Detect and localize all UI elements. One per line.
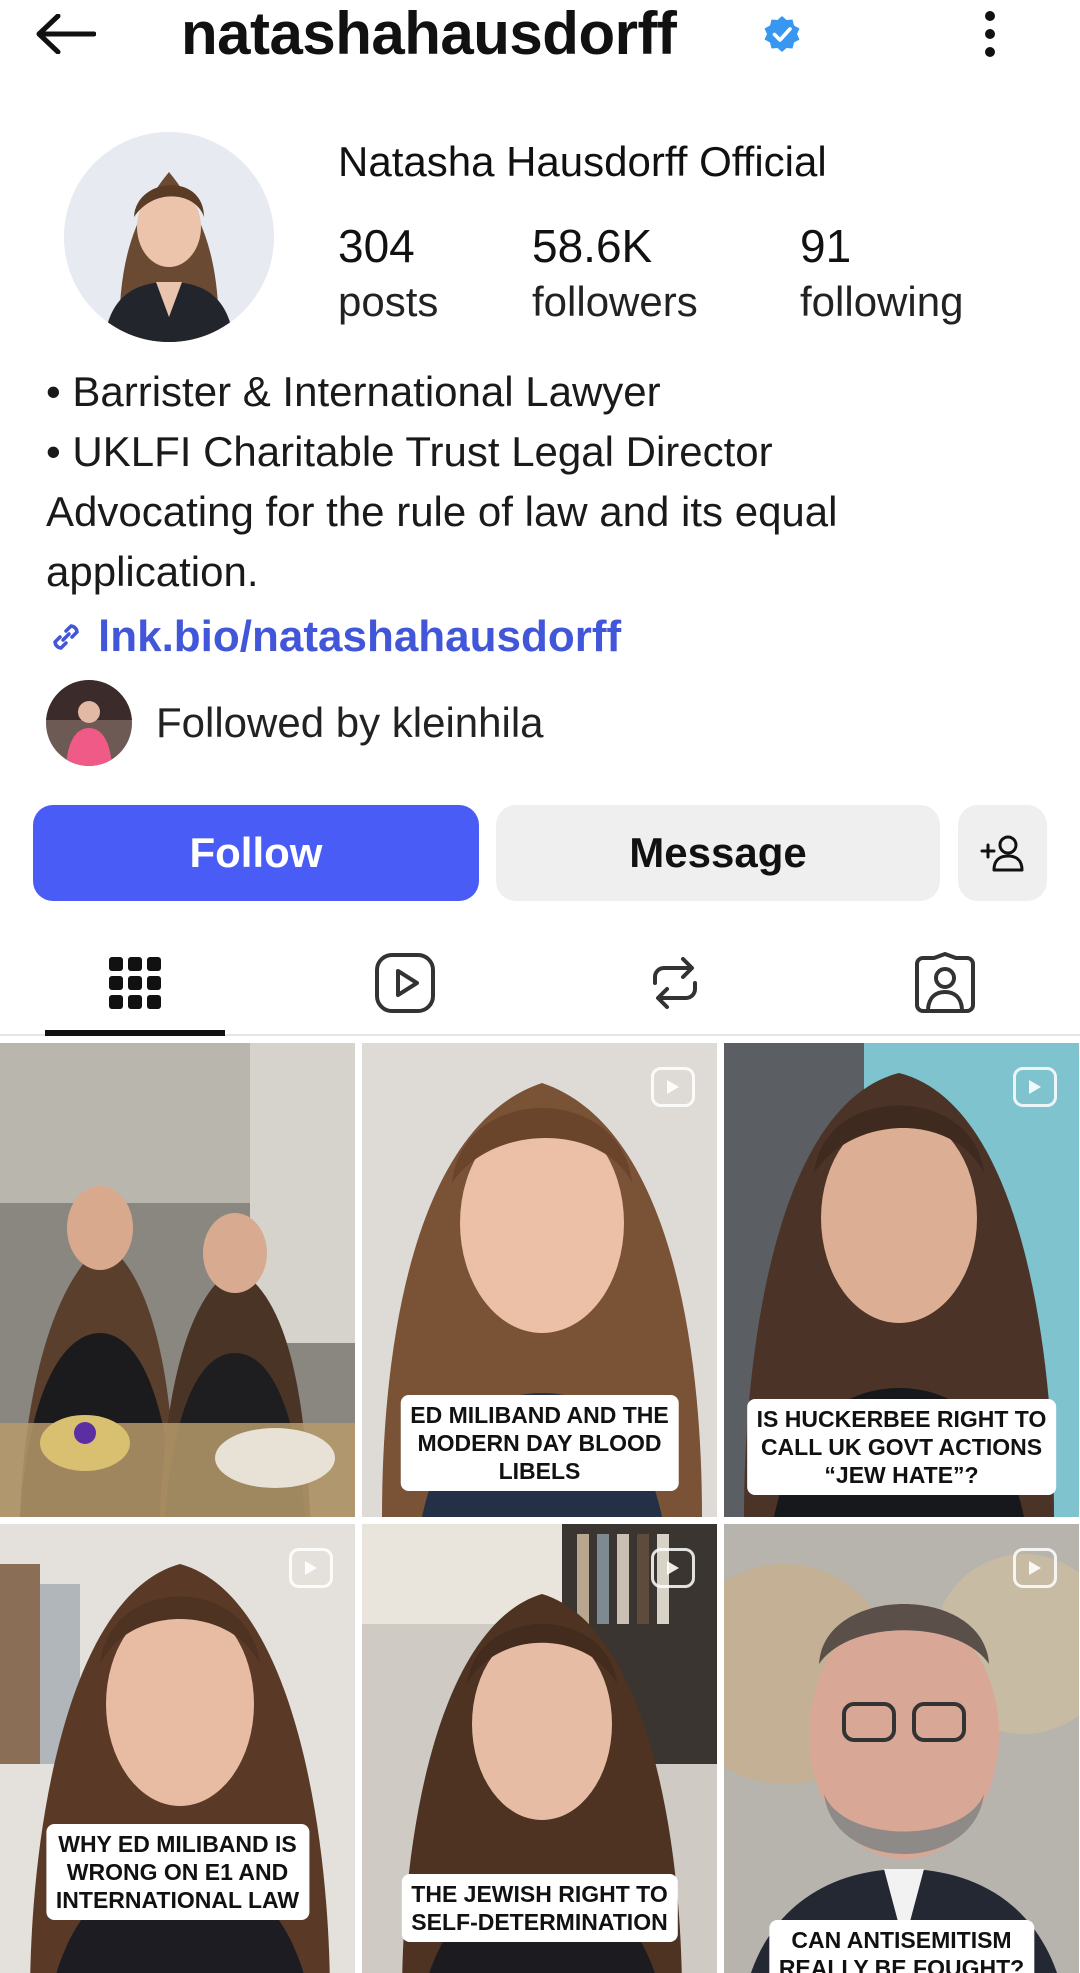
caption-line: REALLY BE FOUGHT?: [778, 1955, 1025, 1973]
reel-indicator-icon: [1013, 1548, 1057, 1588]
add-user-icon: [980, 835, 1023, 872]
reels-icon: [375, 953, 435, 1013]
reel-indicator-icon: [651, 1548, 695, 1588]
post-thumbnail: [724, 1524, 1079, 1973]
caption-line: MODERN DAY BLOOD: [417, 1430, 662, 1456]
avatar-image: [64, 132, 274, 342]
reel-indicator-icon: [651, 1067, 695, 1107]
profile-avatar[interactable]: [64, 132, 274, 342]
caption-line: “JEW HATE”?: [824, 1462, 979, 1488]
posts-count-stat[interactable]: 304 posts: [338, 218, 438, 330]
arrow-left-icon: [36, 14, 96, 54]
caption-line: WHY ED MILIBAND IS: [58, 1831, 297, 1857]
tab-tagged[interactable]: [855, 930, 1035, 1036]
following-count-stat[interactable]: 91 following: [800, 218, 963, 330]
profile-tabs: [0, 930, 1080, 1036]
suggested-users-button[interactable]: [958, 805, 1047, 901]
bio-line: application.: [46, 548, 259, 595]
tab-reposts[interactable]: [585, 930, 765, 1036]
caption-line: WRONG ON E1 AND: [66, 1859, 289, 1885]
post-tile[interactable]: WHY ED MILIBAND IS WRONG ON E1 AND INTER…: [0, 1524, 355, 1973]
reel-indicator-icon: [289, 1548, 333, 1588]
caption-line: LIBELS: [498, 1458, 581, 1484]
caption-line: THE JEWISH RIGHT TO: [411, 1881, 668, 1907]
post-thumbnail: [0, 1043, 355, 1517]
followers-label: followers: [532, 278, 698, 325]
profile-display-name: Natasha Hausdorff Official: [338, 138, 827, 185]
reel-indicator-icon: [1013, 1067, 1057, 1107]
followed-by-text: Followed by kleinhila: [156, 699, 544, 746]
bio-line: Advocating for the rule of law and its e…: [46, 488, 838, 535]
caption-line: SELF-DETERMINATION: [411, 1909, 668, 1935]
post-tile[interactable]: CAN ANTISEMITISM REALLY BE FOUGHT?: [724, 1524, 1079, 1973]
post-tile[interactable]: IS HUCKERBEE RIGHT TO CALL UK GOVT ACTIO…: [724, 1043, 1079, 1517]
post-tile[interactable]: THE JEWISH RIGHT TO SELF-DETERMINATION: [362, 1524, 717, 1973]
top-bar: natashahausdorff: [0, 0, 1080, 72]
selected-tab-indicator: [45, 1030, 225, 1036]
post-caption: IS HUCKERBEE RIGHT TO CALL UK GOVT ACTIO…: [746, 1399, 1057, 1495]
caption-line: CAN ANTISEMITISM: [791, 1927, 1012, 1953]
caption-line: CALL UK GOVT ACTIONS: [760, 1434, 1043, 1460]
profile-link[interactable]: lnk.bio/natashahausdorff: [44, 612, 621, 662]
post-caption: WHY ED MILIBAND IS WRONG ON E1 AND INTER…: [45, 1824, 310, 1920]
more-options-button[interactable]: [960, 4, 1020, 64]
bio-line: • Barrister & International Lawyer: [46, 368, 661, 415]
verified-badge-icon: [764, 16, 800, 52]
tab-grid[interactable]: [45, 930, 225, 1036]
posts-label: posts: [338, 278, 439, 325]
post-caption: ED MILIBAND AND THE MODERN DAY BLOOD LIB…: [400, 1395, 679, 1491]
bio-line: • UKLFI Charitable Trust Legal Director: [46, 428, 773, 475]
post-tile[interactable]: [0, 1043, 355, 1517]
posts-count: 304: [338, 220, 415, 272]
post-caption: CAN ANTISEMITISM REALLY BE FOUGHT?: [768, 1920, 1035, 1973]
following-count: 91: [800, 220, 852, 272]
caption-line: INTERNATIONAL LAW: [55, 1887, 300, 1913]
follower-avatar-image: [46, 680, 132, 766]
profile-bio: • Barrister & International Lawyer • UKL…: [46, 362, 1046, 602]
repost-icon: [653, 957, 697, 1009]
tagged-icon: [915, 952, 975, 1013]
profile-username: natashahausdorff: [181, 0, 677, 67]
message-button[interactable]: Message: [496, 805, 940, 901]
followers-count-stat[interactable]: 58.6K followers: [532, 218, 698, 330]
more-vertical-icon: [985, 11, 995, 57]
profile-link-text[interactable]: lnk.bio/natashahausdorff: [98, 612, 621, 662]
following-label: following: [800, 278, 964, 325]
caption-line: IS HUCKERBEE RIGHT TO: [756, 1406, 1047, 1432]
follower-avatar: [46, 680, 132, 766]
post-caption: THE JEWISH RIGHT TO SELF-DETERMINATION: [401, 1874, 678, 1942]
back-button[interactable]: [30, 4, 100, 64]
follow-button[interactable]: Follow: [33, 805, 479, 901]
link-icon: [53, 624, 79, 650]
caption-line: ED MILIBAND AND THE: [410, 1402, 669, 1428]
followers-count: 58.6K: [532, 220, 653, 272]
post-tile[interactable]: ED MILIBAND AND THE MODERN DAY BLOOD LIB…: [362, 1043, 717, 1517]
tab-reels[interactable]: [315, 930, 495, 1036]
grid-icon: [109, 957, 161, 1009]
followed-by[interactable]: Followed by kleinhila: [46, 680, 544, 766]
